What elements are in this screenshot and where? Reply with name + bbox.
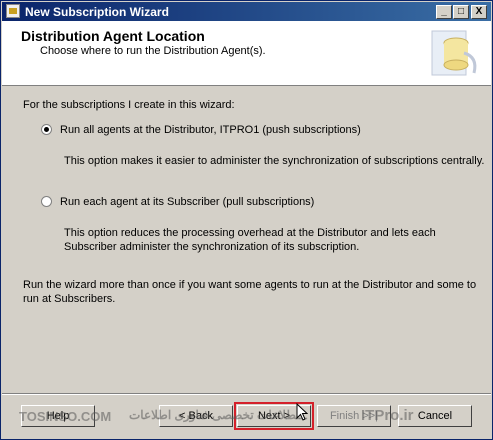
intro-text: For the subscriptions I create in this w… — [23, 99, 235, 111]
note-text-line1: Run the wizard more than once if you wan… — [23, 279, 477, 291]
note-text-line2: run at Subscribers. — [23, 293, 116, 305]
close-button[interactable]: X — [471, 5, 487, 19]
push-subscriptions-radio[interactable] — [41, 124, 52, 135]
window-title: New Subscription Wizard — [25, 5, 169, 19]
wizard-window: New Subscription Wizard _ □ X Distributi… — [0, 0, 493, 440]
watermark-right: ITPro.ir — [361, 407, 414, 424]
footer-divider — [2, 393, 491, 395]
watermark-center: ـــطلاعات تخصصی فناوری اطلاعات — [129, 408, 307, 422]
pull-subscriptions-radio[interactable] — [41, 196, 52, 207]
watermark-left: TOSINSO.COM — [19, 409, 112, 424]
wizard-header: Distribution Agent Location Choose where… — [2, 21, 491, 86]
push-subscriptions-description: This option makes it easier to administe… — [64, 155, 485, 167]
page-subtitle: Choose where to run the Distribution Age… — [40, 45, 266, 57]
pull-subscriptions-description-line2: Subscriber administer the synchronizatio… — [64, 241, 360, 253]
pull-subscriptions-label[interactable]: Run each agent at its Subscriber (pull s… — [60, 196, 314, 208]
app-icon — [6, 4, 20, 18]
mouse-cursor-icon — [296, 403, 308, 421]
push-subscriptions-label[interactable]: Run all agents at the Distributor, ITPRO… — [60, 124, 361, 136]
page-title: Distribution Agent Location — [21, 28, 205, 44]
title-bar[interactable]: New Subscription Wizard _ □ X — [2, 2, 491, 21]
database-wizard-icon — [431, 30, 477, 76]
minimize-button[interactable]: _ — [436, 5, 452, 19]
maximize-button[interactable]: □ — [453, 5, 469, 19]
pull-subscriptions-description-line1: This option reduces the processing overh… — [64, 227, 436, 239]
